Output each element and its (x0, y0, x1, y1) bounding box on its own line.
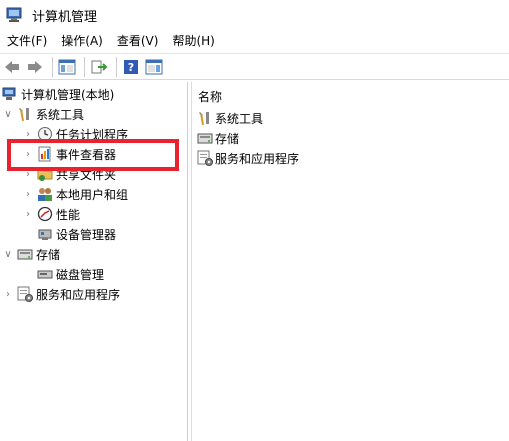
menu-action[interactable]: 操作(A) (54, 30, 110, 52)
disk-icon (37, 266, 53, 282)
chevron-down-icon[interactable]: ∨ (2, 104, 14, 124)
details-pane: 名称 系统工具 存储 服务和应用程序 (191, 82, 509, 441)
storage-icon (197, 130, 213, 146)
tree-item-local-users[interactable]: › 本地用户和组 (22, 184, 128, 204)
chevron-right-icon[interactable]: › (22, 184, 34, 204)
tree-item-label: 服务和应用程序 (36, 287, 121, 302)
tree-item-label: 系统工具 (36, 107, 85, 122)
list-item-system-tools[interactable]: 系统工具 (197, 108, 263, 128)
toolbar: ? (0, 53, 509, 80)
help-button[interactable]: ? (121, 57, 141, 77)
tree-item-storage[interactable]: ∨ 存储 (2, 244, 60, 264)
menu-help[interactable]: 帮助(H) (165, 30, 221, 52)
tools-icon (17, 106, 33, 122)
device-manager-icon (37, 226, 53, 242)
window-title: 计算机管理 (32, 9, 98, 25)
tree-item-label: 磁盘管理 (56, 267, 105, 282)
show-action-pane-button[interactable] (144, 57, 164, 77)
console-tree-icon (58, 59, 76, 74)
help-icon: ? (124, 59, 138, 74)
arrow-left-icon (5, 60, 19, 73)
toolbar-separator (116, 56, 117, 77)
computer-management-icon (6, 6, 24, 24)
tree-item-label: 设备管理器 (56, 227, 117, 242)
list-item-label: 存储 (215, 131, 240, 146)
tree-item-label: 本地用户和组 (56, 187, 129, 202)
list-item-storage[interactable]: 存储 (197, 128, 239, 148)
show-hide-tree-button[interactable] (57, 57, 77, 77)
tree-item-device-manager[interactable]: 设备管理器 (34, 224, 116, 244)
tree-item-system-tools[interactable]: ∨ 系统工具 (2, 104, 84, 124)
tree-item-label: 存储 (36, 247, 61, 262)
services-icon (17, 286, 33, 302)
tree-item-label: 性能 (56, 207, 81, 222)
title-bar: 计算机管理 (0, 0, 509, 30)
forward-button[interactable] (25, 57, 45, 77)
back-button[interactable] (2, 57, 22, 77)
performance-icon (37, 206, 53, 222)
chevron-down-icon[interactable]: ∨ (2, 244, 14, 264)
toolbar-separator (84, 56, 85, 77)
chevron-right-icon[interactable]: › (22, 204, 34, 224)
tree-item-disk-management[interactable]: 磁盘管理 (34, 264, 104, 284)
export-icon (91, 60, 108, 73)
tree-item-performance[interactable]: › 性能 (22, 204, 80, 224)
list-item-label: 系统工具 (215, 111, 264, 126)
menu-view[interactable]: 查看(V) (110, 30, 166, 52)
export-list-button[interactable] (89, 57, 109, 77)
chevron-right-icon[interactable]: › (2, 284, 14, 304)
services-icon (197, 150, 213, 166)
arrow-right-icon (28, 60, 42, 73)
tools-icon (197, 110, 213, 126)
users-icon (37, 186, 53, 202)
list-item-label: 服务和应用程序 (215, 151, 300, 166)
storage-icon (17, 246, 33, 262)
list-item-services-apps[interactable]: 服务和应用程序 (197, 148, 299, 168)
action-pane-icon (145, 59, 163, 74)
tree-root[interactable]: 计算机管理(本地) (2, 84, 114, 104)
svg-text:?: ? (128, 61, 134, 74)
column-header-name[interactable]: 名称 (198, 88, 222, 105)
menu-bar: 文件(F) 操作(A) 查看(V) 帮助(H) (0, 30, 509, 52)
tree-item-services-apps[interactable]: › 服务和应用程序 (2, 284, 120, 304)
computer-management-icon (2, 86, 18, 102)
annotation-highlight-box (7, 139, 179, 171)
console-tree: 计算机管理(本地) ∨ 系统工具 › 任务计划程序 › 事件查看器 › 共享文件… (0, 82, 188, 441)
toolbar-separator (52, 56, 53, 77)
menu-file[interactable]: 文件(F) (0, 30, 54, 52)
tree-root-label: 计算机管理(本地) (21, 87, 115, 102)
